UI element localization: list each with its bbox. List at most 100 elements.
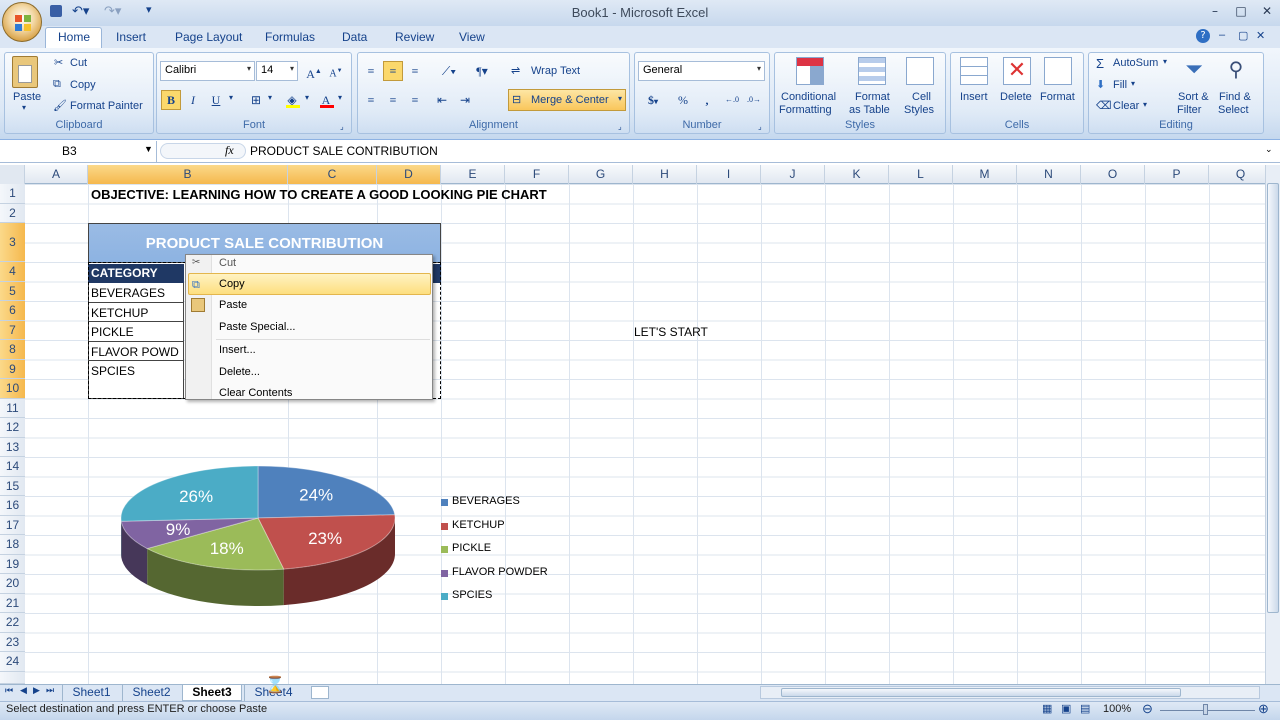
align-top-icon[interactable]: ≡ <box>361 61 381 81</box>
wrap-text-button[interactable]: Wrap Text <box>531 65 580 77</box>
close-icon[interactable]: ✕ <box>1256 4 1278 20</box>
align-middle-icon[interactable]: ≡ <box>383 61 403 81</box>
first-sheet-icon[interactable]: ⏮ <box>5 685 13 696</box>
lets-start-text[interactable]: LET'S START <box>634 325 708 339</box>
tab-formulas[interactable]: Formulas <box>265 30 315 44</box>
office-button[interactable] <box>2 2 42 42</box>
row-header-13[interactable]: 13 <box>0 437 25 457</box>
column-header-f[interactable]: F <box>505 165 569 184</box>
zoom-out-icon[interactable]: ⊖ <box>1142 701 1153 717</box>
row-header-6[interactable]: 6 <box>0 301 25 321</box>
sort-filter-label2[interactable]: Filter <box>1177 104 1201 116</box>
name-box-dropdown-icon[interactable]: ▼ <box>144 144 153 154</box>
zoom-level[interactable]: 100% <box>1103 703 1131 715</box>
paste-button[interactable]: Paste <box>13 91 41 103</box>
row-header-24[interactable]: 24 <box>0 652 25 672</box>
column-header-j[interactable]: J <box>761 165 825 184</box>
column-header-p[interactable]: P <box>1145 165 1209 184</box>
format-cells-button[interactable]: Format <box>1040 91 1075 103</box>
conditional-formatting-button[interactable]: Conditional <box>781 91 836 103</box>
decrease-decimal-icon[interactable]: .0→ <box>744 90 764 110</box>
find-select-label2[interactable]: Select <box>1218 104 1249 116</box>
menu-item-insert[interactable]: Insert... <box>219 344 256 356</box>
tab-home[interactable]: Home <box>58 30 90 44</box>
help-icon[interactable]: ? <box>1196 29 1210 43</box>
paste-icon[interactable] <box>12 56 38 88</box>
menu-item-delete[interactable]: Delete... <box>219 366 260 378</box>
bold-button[interactable]: B <box>161 90 181 110</box>
paste-dropdown-icon[interactable]: ▾ <box>22 103 26 112</box>
column-header-a[interactable]: A <box>25 165 88 184</box>
insert-sheet-icon[interactable] <box>311 686 329 699</box>
select-all-button[interactable] <box>0 165 25 184</box>
ribbon-minimize-icon[interactable]: – <box>1219 29 1225 41</box>
row-header-14[interactable]: 14 <box>0 457 25 477</box>
delete-cells-button[interactable]: Delete <box>1000 91 1032 103</box>
column-header-m[interactable]: M <box>953 165 1017 184</box>
align-bottom-icon[interactable]: ≡ <box>405 61 425 81</box>
horizontal-scrollbar[interactable] <box>760 686 1260 699</box>
column-header-g[interactable]: G <box>569 165 633 184</box>
align-center-icon[interactable]: ≡ <box>383 90 403 110</box>
row-header-7[interactable]: 7 <box>0 320 25 340</box>
row-header-10[interactable]: 10 <box>0 379 25 399</box>
tab-data[interactable]: Data <box>342 30 367 44</box>
merge-center-button[interactable]: ⊟ Merge & Center ▾ <box>508 89 626 111</box>
column-header-i[interactable]: I <box>697 165 761 184</box>
column-header-k[interactable]: K <box>825 165 889 184</box>
font-color-dropdown-icon[interactable]: ▾ <box>338 93 342 102</box>
column-header-e[interactable]: E <box>441 165 505 184</box>
zoom-slider-thumb[interactable] <box>1203 704 1208 715</box>
vertical-scroll-thumb[interactable] <box>1267 183 1279 613</box>
last-sheet-icon[interactable]: ⏭ <box>46 685 54 696</box>
column-header-n[interactable]: N <box>1017 165 1081 184</box>
row-header-17[interactable]: 17 <box>0 515 25 535</box>
row-header-21[interactable]: 21 <box>0 593 25 613</box>
name-box[interactable]: B3 <box>0 141 157 162</box>
sort-filter-button[interactable]: Sort & <box>1178 91 1209 103</box>
maximize-icon[interactable]: □ <box>1230 4 1252 20</box>
sheet-tab-3[interactable]: Sheet3 <box>182 685 242 701</box>
grow-font-icon[interactable]: A▲ <box>304 61 324 81</box>
tab-review[interactable]: Review <box>395 30 434 44</box>
sheet-tab-1[interactable]: Sheet1 <box>62 685 120 701</box>
column-header-c[interactable]: C <box>288 165 377 184</box>
autosum-button[interactable]: AutoSum <box>1113 57 1158 69</box>
format-painter-button[interactable]: Format Painter <box>70 100 143 112</box>
alignment-dialog-launcher-icon[interactable]: ⌟ <box>618 122 622 131</box>
fill-button[interactable]: Fill <box>1113 79 1127 91</box>
column-header-b[interactable]: B <box>88 165 288 184</box>
sheet-tab-2[interactable]: Sheet2 <box>122 685 180 701</box>
menu-item-paste-special[interactable]: Paste Special... <box>219 321 295 333</box>
comma-button[interactable]: , <box>697 90 717 110</box>
borders-dropdown-icon[interactable]: ▾ <box>268 93 272 102</box>
horizontal-scroll-thumb[interactable] <box>781 688 1181 697</box>
row-header-11[interactable]: 11 <box>0 398 25 418</box>
orientation-icon[interactable]: ⟋▾ <box>435 61 463 81</box>
number-format-box[interactable]: General ▾ <box>638 61 765 81</box>
normal-view-icon[interactable]: ▦ <box>1042 702 1052 715</box>
row-header-3[interactable]: 3 <box>0 223 25 262</box>
menu-item-cut[interactable]: Cut <box>219 257 236 269</box>
row-header-8[interactable]: 8 <box>0 340 25 360</box>
align-right-icon[interactable]: ≡ <box>405 90 425 110</box>
autosum-dropdown-icon[interactable]: ▾ <box>1163 57 1167 66</box>
decrease-indent-icon[interactable]: ⇤ <box>432 90 452 110</box>
row-header-20[interactable]: 20 <box>0 574 25 594</box>
font-name-box[interactable]: Calibri ▾ <box>160 61 255 81</box>
row-header-5[interactable]: 5 <box>0 281 25 301</box>
fill-color-icon[interactable]: ◈ <box>282 90 302 110</box>
fill-color-dropdown-icon[interactable]: ▾ <box>305 93 309 102</box>
font-color-icon[interactable]: A <box>316 90 336 110</box>
expand-formula-icon[interactable]: ⌄ <box>1265 144 1273 155</box>
row-header-16[interactable]: 16 <box>0 496 25 516</box>
row-header-2[interactable]: 2 <box>0 203 25 223</box>
currency-button[interactable]: $▾ <box>639 90 667 110</box>
zoom-in-icon[interactable]: ⊕ <box>1258 701 1269 717</box>
underline-button[interactable]: U <box>206 90 226 110</box>
column-header-d[interactable]: D <box>377 165 441 184</box>
vertical-scrollbar[interactable] <box>1265 165 1280 684</box>
shrink-font-icon[interactable]: A▼ <box>326 61 346 81</box>
ribbon-restore-icon[interactable]: ▢ <box>1238 29 1248 42</box>
text-direction-icon[interactable]: ¶▾ <box>468 61 496 81</box>
